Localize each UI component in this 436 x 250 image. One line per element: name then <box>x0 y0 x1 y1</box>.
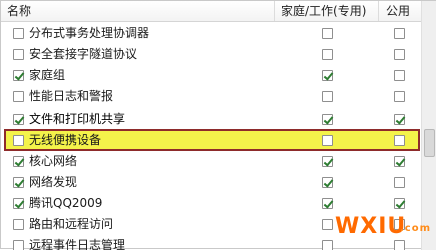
watermark-text: WXIU <box>335 214 407 239</box>
row-enable-checkbox[interactable] <box>13 28 24 39</box>
row-label: 家庭组 <box>29 68 66 82</box>
home-work-checkbox[interactable] <box>322 156 333 167</box>
site-watermark-logo: WXIU .com <box>335 214 431 240</box>
row-enable-checkbox[interactable] <box>13 135 24 146</box>
row-enable-checkbox[interactable] <box>13 114 24 125</box>
home-work-checkbox[interactable] <box>322 219 333 230</box>
public-checkbox[interactable] <box>394 91 405 102</box>
vertical-scrollbar[interactable] <box>421 1 436 250</box>
public-checkbox[interactable] <box>394 28 405 39</box>
home-work-checkbox[interactable] <box>322 177 333 188</box>
public-checkbox[interactable] <box>394 198 405 209</box>
row-enable-checkbox[interactable] <box>13 177 24 188</box>
row-enable-checkbox[interactable] <box>13 219 24 230</box>
row-label: 性能日志和警报 <box>29 89 114 103</box>
column-header-public[interactable]: 公用 <box>379 1 421 21</box>
column-header-home-work[interactable]: 家庭/工作(专用) <box>275 1 379 21</box>
row-enable-checkbox[interactable] <box>13 156 24 167</box>
public-checkbox[interactable] <box>394 70 405 81</box>
list-item[interactable]: 腾讯QQ2009 <box>1 192 421 215</box>
home-work-checkbox[interactable] <box>322 198 333 209</box>
row-label: 安全套接字隧道协议 <box>29 47 138 61</box>
home-work-checkbox[interactable] <box>322 135 333 146</box>
list-item[interactable]: 核心网络 <box>1 150 421 173</box>
scrollbar-thumb[interactable] <box>424 129 435 157</box>
public-checkbox[interactable] <box>394 156 405 167</box>
list-item-selected[interactable]: 文件和打印机共享 <box>1 108 421 131</box>
list-item[interactable]: 安全套接字隧道协议 <box>1 43 421 66</box>
public-checkbox[interactable] <box>394 177 405 188</box>
watermark-domain: .com <box>399 223 431 234</box>
row-enable-checkbox[interactable] <box>13 49 24 60</box>
row-label: 分布式事务处理协调器 <box>29 26 150 40</box>
row-enable-checkbox[interactable] <box>13 91 24 102</box>
row-label: 远程事件日志管理 <box>29 238 126 250</box>
row-label: 无线便携设备 <box>29 133 102 147</box>
row-label: 网络发现 <box>29 175 78 189</box>
row-label: 腾讯QQ2009 <box>29 196 103 210</box>
list-item[interactable]: 家庭组 <box>1 64 421 87</box>
list-item[interactable]: 性能日志和警报 <box>1 85 421 108</box>
row-label: 路由和远程访问 <box>29 217 114 231</box>
home-work-checkbox[interactable] <box>322 70 333 81</box>
row-enable-checkbox[interactable] <box>13 70 24 81</box>
home-work-checkbox[interactable] <box>322 91 333 102</box>
public-checkbox[interactable] <box>394 114 405 125</box>
column-header-name[interactable]: 名称 <box>1 1 275 21</box>
list-header: 名称 家庭/工作(专用) 公用 <box>1 1 421 22</box>
public-checkbox[interactable] <box>394 49 405 60</box>
row-enable-checkbox[interactable] <box>13 198 24 209</box>
list-item[interactable]: 网络发现 <box>1 171 421 194</box>
public-checkbox[interactable] <box>394 135 405 146</box>
row-label: 核心网络 <box>29 154 78 168</box>
firewall-allowed-programs-list: 名称 家庭/工作(专用) 公用 分布式事务处理协调器 安全套接字隧道协议 家庭组… <box>0 0 436 250</box>
home-work-checkbox[interactable] <box>322 49 333 60</box>
list-item[interactable]: 分布式事务处理协调器 <box>1 22 421 45</box>
home-work-checkbox[interactable] <box>322 114 333 125</box>
list-item[interactable]: 无线便携设备 <box>1 129 421 152</box>
home-work-checkbox[interactable] <box>322 28 333 39</box>
row-label: 文件和打印机共享 <box>29 112 126 126</box>
